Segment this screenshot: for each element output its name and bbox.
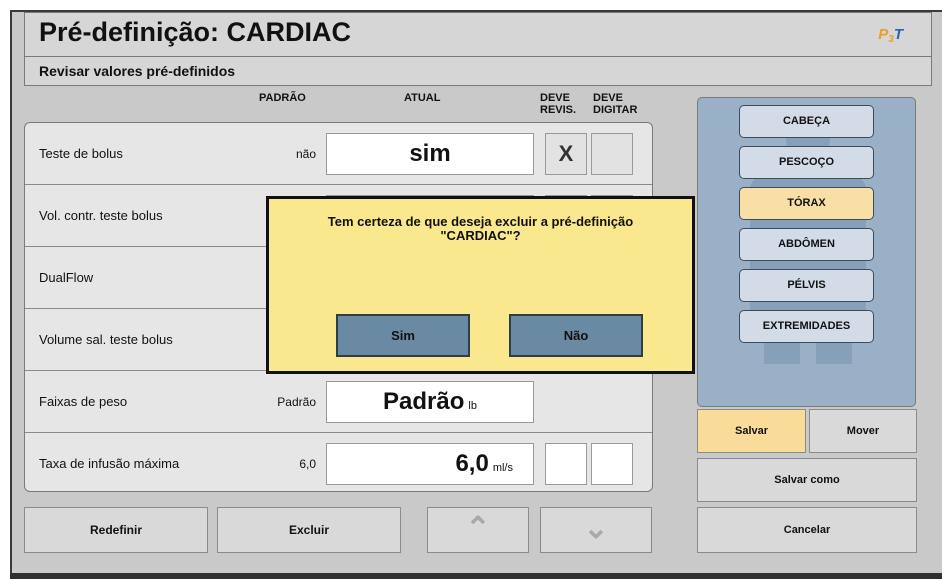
subtitle-bar: Revisar valores pré-definidos (24, 56, 932, 86)
region-neck-button[interactable]: PESCOÇO (739, 146, 874, 179)
table-row[interactable]: Faixas de peso Padrão Padrão lb (25, 371, 652, 433)
region-head-button[interactable]: CABEÇA (739, 105, 874, 138)
row-default-value: não (295, 147, 316, 161)
must-review-checkbox[interactable]: X (545, 133, 587, 175)
save-as-button[interactable]: Salvar como (697, 458, 917, 502)
region-extremities-button[interactable]: EXTREMIDADES (739, 310, 874, 343)
save-button[interactable]: Salvar (697, 409, 806, 453)
region-pelvis-button[interactable]: PÉLVIS (739, 269, 874, 302)
title-bar: Pré-definição: CARDIAC P3T (24, 12, 932, 56)
page-subtitle: Revisar valores pré-definidos (39, 63, 236, 79)
row-current-value[interactable]: 6,0 ml/s (326, 443, 534, 485)
column-header-padrao: PADRÃO (259, 92, 306, 104)
page-title: Pré-definição: CARDIAC (39, 17, 352, 47)
chevron-down-icon: ⌄ (583, 512, 609, 545)
row-label: Taxa de infusão máxima (39, 456, 180, 471)
region-thorax-button[interactable]: TÓRAX (739, 187, 874, 220)
confirm-no-button[interactable]: Não (509, 314, 643, 357)
reset-button[interactable]: Redefinir (24, 507, 208, 553)
column-header-deve-revis: DEVE REVIS. (540, 92, 577, 116)
row-default-value: 6,0 (299, 457, 316, 471)
row-label: Vol. contr. teste bolus (39, 208, 163, 223)
confirm-yes-button[interactable]: Sim (336, 314, 470, 357)
delete-button[interactable]: Excluir (217, 507, 401, 553)
row-label: DualFlow (39, 270, 94, 285)
row-label: Faixas de peso (39, 394, 128, 409)
chevron-up-icon: ⌃ (465, 512, 491, 545)
must-enter-checkbox[interactable] (591, 443, 633, 485)
row-label: Volume sal. teste bolus (39, 332, 173, 347)
p3t-logo: P3T (878, 26, 903, 45)
must-review-checkbox[interactable] (545, 443, 587, 485)
bottom-border (10, 573, 942, 579)
confirm-delete-dialog: Tem certeza de que deseja excluir a pré-… (266, 196, 695, 374)
table-row[interactable]: Teste de bolus não sim X (25, 123, 652, 185)
must-enter-checkbox[interactable] (591, 133, 633, 175)
row-label: Teste de bolus (39, 146, 123, 161)
row-default-value: Padrão (277, 395, 316, 409)
dialog-message: Tem certeza de que deseja excluir a pré-… (327, 214, 634, 243)
column-header-deve-digitar: DEVE DIGITAR (593, 92, 638, 116)
row-current-value[interactable]: sim (326, 133, 534, 175)
scroll-down-button[interactable]: ⌄ (540, 507, 652, 553)
cancel-button[interactable]: Cancelar (697, 507, 917, 553)
row-current-value[interactable]: Padrão lb (326, 381, 534, 423)
move-button[interactable]: Mover (809, 409, 917, 453)
region-abdomen-button[interactable]: ABDÔMEN (739, 228, 874, 261)
table-row[interactable]: Taxa de infusão máxima 6,0 6,0 ml/s (25, 433, 652, 491)
scroll-up-button[interactable]: ⌃ (427, 507, 529, 553)
column-header-atual: ATUAL (404, 92, 441, 104)
